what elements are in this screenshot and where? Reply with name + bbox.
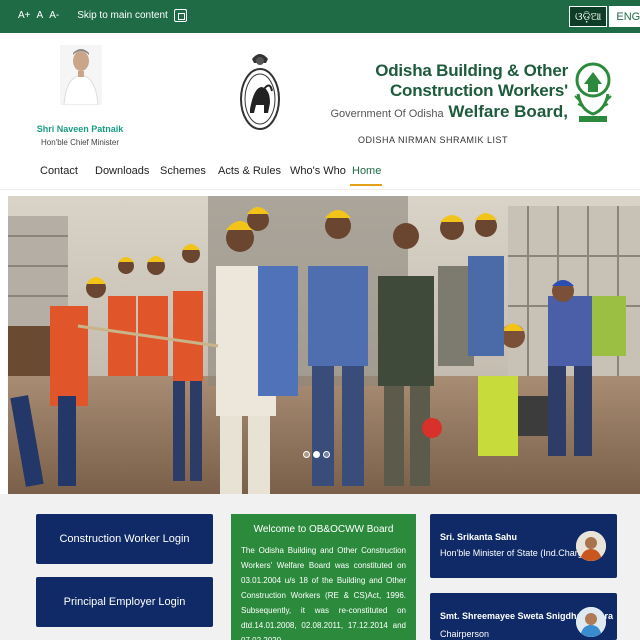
- nav-home[interactable]: Home: [352, 165, 381, 177]
- top-bar: A+ A A- Skip to main content ଓଡ଼ିଆ ENGLI…: [0, 0, 640, 33]
- language-switcher: ଓଡ଼ିଆ ENGLISH: [569, 6, 640, 27]
- principal-employer-login-button[interactable]: Principal Employer Login: [36, 577, 213, 627]
- font-normal-button[interactable]: A: [37, 10, 44, 21]
- font-increase-button[interactable]: A+: [18, 10, 31, 21]
- minister-name: Sri. Srikanta Sahu: [440, 532, 518, 542]
- accessibility-controls: A+ A A- Skip to main content: [18, 9, 187, 22]
- slider-dot[interactable]: [303, 451, 310, 458]
- cm-name: Shri Naveen Patnaik: [36, 124, 124, 134]
- slider-dots: [303, 451, 330, 458]
- minister-role: Hon'ble Minister of State (Ind.Charge): [440, 548, 591, 558]
- tagline: ODISHA NIRMAN SHRAMIK LIST: [357, 135, 508, 145]
- minister-card[interactable]: Sri. Srikanta Sahu Hon'ble Minister of S…: [430, 514, 617, 578]
- font-decrease-button[interactable]: A-: [49, 10, 59, 21]
- chairperson-role: Chairperson: [440, 629, 490, 639]
- site-header: Shri Naveen Patnaik Hon'ble Chief Minist…: [0, 33, 640, 148]
- english-language-button[interactable]: ENGLISH: [609, 6, 640, 27]
- government-label: Government Of Odisha: [330, 108, 444, 120]
- nav-acts-rules[interactable]: Acts & Rules: [218, 165, 281, 177]
- screen-reader-icon[interactable]: [173, 9, 187, 22]
- title-line-1: Odisha Building & Other Construction Wor…: [375, 61, 568, 100]
- hero-slider-image: [8, 196, 640, 494]
- active-nav-indicator: [350, 184, 382, 186]
- minister-avatar: [576, 531, 606, 561]
- nav-schemes[interactable]: Schemes: [160, 165, 206, 177]
- title-line-2: Government Of Odisha Welfare Board,: [290, 101, 568, 125]
- construction-worker-login-button[interactable]: Construction Worker Login: [36, 514, 213, 564]
- chief-minister-photo: [60, 45, 102, 106]
- welcome-body: The Odisha Building and Other Constructi…: [241, 546, 406, 640]
- nav-contact[interactable]: Contact: [40, 165, 78, 177]
- skip-to-content-link[interactable]: Skip to main content: [77, 10, 168, 21]
- welcome-panel: Welcome to OB&OCWW Board The Odisha Buil…: [231, 514, 416, 640]
- nav-downloads[interactable]: Downloads: [95, 165, 149, 177]
- main-navigation: Home Who's Who Acts & Rules Schemes Down…: [0, 148, 640, 190]
- board-logo[interactable]: [573, 50, 613, 130]
- slider-dot[interactable]: [323, 451, 330, 458]
- welcome-title: Welcome to OB&OCWW Board: [253, 524, 394, 535]
- chairperson-card[interactable]: Smt. Shreemayee Sweta Snigdha Mishra Cha…: [430, 593, 617, 640]
- odisha-emblem-logo: [240, 47, 280, 131]
- chairperson-avatar: [576, 607, 606, 637]
- board-title: Odisha Building & Other Construction Wor…: [290, 61, 568, 145]
- welfare-board-label: Welfare Board,: [448, 102, 568, 121]
- nav-whos-who[interactable]: Who's Who: [290, 165, 346, 177]
- odia-language-button[interactable]: ଓଡ଼ିଆ: [569, 6, 608, 27]
- cm-role: Hon'ble Chief Minister: [40, 138, 119, 147]
- slider-dot-active[interactable]: [313, 451, 320, 458]
